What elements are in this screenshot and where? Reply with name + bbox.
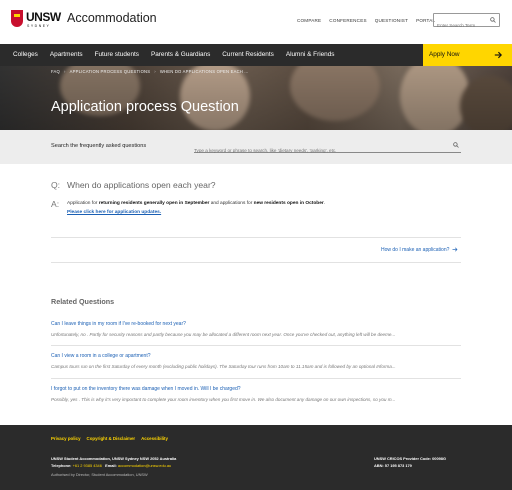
related-excerpt: Campus tours run on the first Saturday o… bbox=[51, 364, 396, 369]
nav-future-students[interactable]: Future students bbox=[89, 44, 145, 66]
answer-text: Application for returning residents gene… bbox=[67, 200, 367, 207]
next-question-link[interactable]: How do I make an application? bbox=[381, 247, 458, 253]
divider bbox=[51, 262, 461, 263]
footer-authorised: Authorised by Director, Student Accommod… bbox=[51, 472, 148, 477]
breadcrumb: FAQ › APPLICATION PROCESS QUESTIONS › WH… bbox=[51, 69, 249, 74]
site-search-input[interactable] bbox=[434, 19, 486, 32]
related-excerpt: Unfortunately, no . Partly for security … bbox=[51, 332, 396, 337]
footer-copyright-link[interactable]: Copyright & Disclaimer bbox=[87, 436, 136, 441]
question-text: When do applications open each year? bbox=[67, 180, 216, 190]
top-links: COMPARE CONFERENCES QUESTIONIST PORTAL bbox=[297, 18, 435, 23]
related-item: I forgot to put on the inventory there w… bbox=[51, 386, 461, 402]
divider bbox=[51, 237, 461, 238]
search-icon[interactable] bbox=[453, 142, 459, 148]
faq-search-input[interactable] bbox=[194, 144, 444, 157]
answer-marker: A: bbox=[51, 199, 60, 209]
top-link-compare[interactable]: COMPARE bbox=[297, 18, 321, 23]
nav-apartments[interactable]: Apartments bbox=[44, 44, 89, 66]
related-questions-title: Related Questions bbox=[51, 297, 115, 306]
top-link-questionist[interactable]: QUESTIONIST bbox=[375, 18, 408, 23]
email-link[interactable]: accommodation@unsw.edu.au bbox=[118, 463, 171, 468]
footer-privacy-link[interactable]: Privacy policy bbox=[51, 436, 81, 441]
footer-contact: Telephone: +61 2 9385 4346 Email: accomm… bbox=[51, 463, 171, 468]
telephone-link[interactable]: +61 2 9385 4346 bbox=[73, 463, 102, 468]
related-item: Can I view a room in a college or apartm… bbox=[51, 353, 461, 369]
breadcrumb-faq[interactable]: FAQ bbox=[51, 69, 60, 74]
cricos-text: UNSW CRICOS Provider Code: 00098G bbox=[374, 456, 446, 461]
nav-current-residents[interactable]: Current Residents bbox=[216, 44, 280, 66]
related-question-link[interactable]: Can I view a room in a college or apartm… bbox=[51, 353, 461, 359]
question-marker: Q: bbox=[51, 180, 61, 190]
nav-colleges[interactable]: Colleges bbox=[0, 44, 44, 66]
answer-part: . bbox=[323, 201, 326, 206]
related-excerpt: Possibly, yes . This is why it's very im… bbox=[51, 397, 396, 402]
divider bbox=[51, 378, 461, 379]
site-footer: Privacy policy Copyright & Disclaimer Ac… bbox=[0, 425, 512, 490]
page-title: Application process Question bbox=[51, 99, 239, 115]
arrow-right-icon bbox=[452, 247, 458, 252]
site-title[interactable]: Accommodation bbox=[67, 11, 157, 25]
logo-word: UNSW bbox=[26, 10, 61, 24]
apply-now-label: Apply Now bbox=[429, 51, 460, 58]
application-updates-link[interactable]: Please click here for application update… bbox=[67, 210, 161, 215]
hero-banner bbox=[0, 66, 512, 130]
nav-alumni-friends[interactable]: Alumni & Friends bbox=[280, 44, 341, 66]
related-question-link[interactable]: Can I leave things in my room if I've re… bbox=[51, 321, 461, 327]
answer-part: and applications for bbox=[209, 201, 254, 206]
breadcrumb-separator: › bbox=[63, 69, 66, 74]
hero-overlay bbox=[0, 66, 512, 130]
related-item: Can I leave things in my room if I've re… bbox=[51, 321, 461, 337]
footer-cricos: UNSW CRICOS Provider Code: 00098G bbox=[374, 456, 446, 461]
answer-bold: new residents open in October bbox=[253, 201, 324, 206]
unsw-logo[interactable]: UNSW SYDNEY bbox=[11, 10, 61, 32]
footer-accessibility-link[interactable]: Accessibility bbox=[141, 436, 168, 441]
footer-abn: ABN: 57 195 873 179 bbox=[374, 463, 412, 468]
faq-search-label: Search the frequently asked questions bbox=[51, 143, 147, 149]
site-search bbox=[433, 13, 500, 32]
crest-icon bbox=[11, 10, 23, 27]
main-nav: Colleges Apartments Future students Pare… bbox=[0, 44, 512, 66]
logo-sub: SYDNEY bbox=[27, 24, 51, 28]
breadcrumb-separator: › bbox=[154, 69, 156, 74]
footer-address: UNSW Student Accommodation, UNSW Sydney … bbox=[51, 456, 176, 461]
abn-text: ABN: 57 195 873 179 bbox=[374, 463, 412, 468]
top-link-conferences[interactable]: CONFERENCES bbox=[329, 18, 366, 23]
next-question-label: How do I make an application? bbox=[381, 247, 450, 253]
faq-search-field bbox=[194, 139, 461, 157]
site-header: UNSW SYDNEY Accommodation COMPARE CONFER… bbox=[0, 0, 512, 42]
divider bbox=[51, 345, 461, 346]
answer-part: Application for bbox=[67, 201, 99, 206]
breadcrumb-current: WHEN DO APPLICATIONS OPEN EACH ... bbox=[159, 69, 249, 74]
answer-bold: returning residents generally open in Se… bbox=[98, 201, 210, 206]
email-label: Email: bbox=[105, 463, 117, 468]
telephone-label: Telephone: bbox=[51, 463, 72, 468]
related-question-link[interactable]: I forgot to put on the inventory there w… bbox=[51, 386, 461, 392]
apply-now-button[interactable]: Apply Now bbox=[423, 44, 512, 66]
faq-search-band: Search the frequently asked questions bbox=[0, 130, 512, 164]
footer-links: Privacy policy Copyright & Disclaimer Ac… bbox=[51, 436, 168, 441]
arrow-right-icon bbox=[494, 51, 502, 59]
nav-parents-guardians[interactable]: Parents & Guardians bbox=[145, 44, 216, 66]
search-icon[interactable] bbox=[490, 17, 496, 23]
footer-address-text: UNSW Student Accommodation, UNSW Sydney … bbox=[51, 456, 177, 461]
breadcrumb-application-process[interactable]: APPLICATION PROCESS QUESTIONS bbox=[70, 69, 151, 74]
